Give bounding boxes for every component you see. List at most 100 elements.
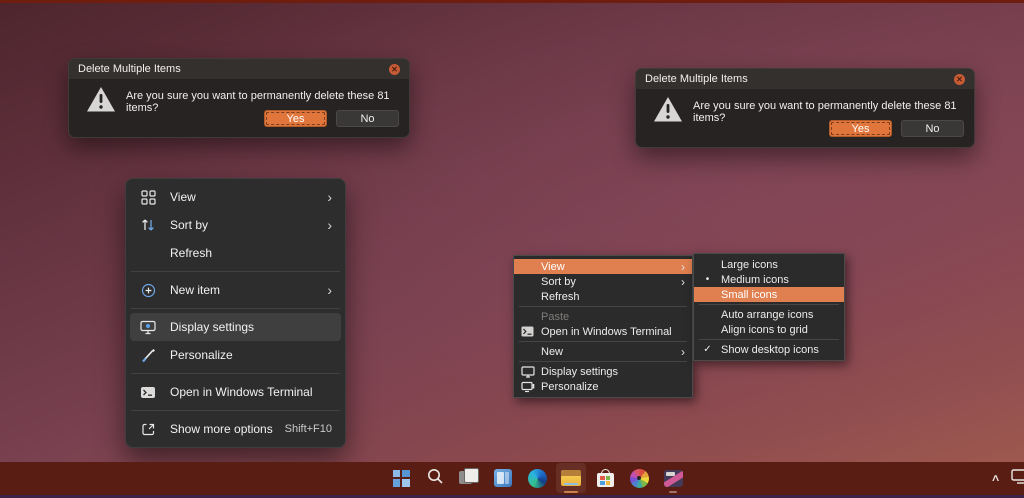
menu-item-label: Personalize: [170, 348, 233, 362]
file-explorer-button[interactable]: [556, 463, 586, 493]
menu-item-large-icons[interactable]: Large icons: [694, 257, 844, 272]
menu-item-refresh[interactable]: Refresh: [514, 289, 692, 304]
menu-separator: [699, 339, 839, 340]
menu-item-label: Personalize: [541, 381, 598, 393]
menu-item-personalize[interactable]: Personalize: [514, 379, 692, 394]
yes-button[interactable]: Yes: [264, 110, 327, 127]
menu-item-display-settings[interactable]: Display settings: [514, 364, 692, 379]
menu-separator: [131, 271, 340, 272]
dialog-title: Delete Multiple Items: [645, 73, 748, 85]
delete-dialog-left: Delete Multiple Items ✕ Are you sure you…: [68, 58, 410, 138]
menu-item-label: Display settings: [170, 320, 254, 334]
menu-separator: [699, 304, 839, 305]
menu-item-auto-arrange-icons[interactable]: Auto arrange icons: [694, 307, 844, 322]
delete-dialog-right: Delete Multiple Items ✕ Are you sure you…: [635, 68, 975, 148]
terminal-icon: [514, 326, 541, 337]
new-item-plus-icon: [139, 283, 157, 298]
menu-item-label: Auto arrange icons: [721, 309, 813, 321]
pinwheel-icon: [630, 469, 649, 488]
menu-item-open-terminal[interactable]: Open in Windows Terminal: [514, 324, 692, 339]
no-button[interactable]: No: [901, 120, 964, 137]
chevron-right-icon: ›: [327, 283, 332, 297]
menu-item-small-icons[interactable]: Small icons: [694, 287, 844, 302]
edge-button[interactable]: [522, 463, 552, 493]
menu-item-view[interactable]: View ›: [514, 259, 692, 274]
close-icon[interactable]: ✕: [954, 74, 965, 85]
menu-item-label: Open in Windows Terminal: [541, 326, 672, 338]
chevron-right-icon: ›: [327, 190, 332, 204]
menu-item-label: Sort by: [541, 276, 576, 288]
search-icon: [426, 467, 444, 490]
menu-item-new-item[interactable]: New item ›: [130, 276, 341, 304]
checkmark-icon: ✓: [694, 344, 721, 355]
menu-item-align-icons-to-grid[interactable]: Align icons to grid: [694, 322, 844, 337]
windows-logo-icon: [393, 470, 410, 487]
menu-item-label: Refresh: [541, 291, 580, 303]
close-icon[interactable]: ✕: [389, 64, 400, 75]
warning-triangle-icon: [653, 96, 683, 128]
menu-item-refresh[interactable]: Refresh: [130, 239, 341, 267]
taskbar: ∧: [0, 462, 1024, 495]
system-tray: ∧: [992, 462, 1024, 495]
chevron-right-icon: ›: [681, 261, 685, 273]
store-icon: [597, 473, 614, 487]
search-button[interactable]: [420, 463, 450, 493]
display-tray-icon[interactable]: [1011, 468, 1024, 489]
menu-item-label: Paste: [541, 311, 569, 323]
menu-item-personalize[interactable]: Personalize: [130, 341, 341, 369]
show-more-icon: [139, 422, 157, 437]
menu-separator: [131, 373, 340, 374]
dialog-titlebar[interactable]: Delete Multiple Items ✕: [636, 69, 974, 89]
display-icon: [514, 366, 541, 378]
personalize-brush-icon: [139, 348, 157, 363]
menu-separator: [519, 341, 687, 342]
dialog-body: Are you sure you want to permanently del…: [636, 89, 974, 148]
menu-item-label: Large icons: [721, 259, 778, 271]
grid-icon: [139, 190, 157, 205]
menu-item-display-settings[interactable]: Display settings: [130, 313, 341, 341]
menu-item-label: New item: [170, 283, 220, 297]
menu-item-view[interactable]: View ›: [130, 183, 341, 211]
edge-icon: [528, 469, 547, 488]
dialog-titlebar[interactable]: Delete Multiple Items ✕: [69, 59, 409, 79]
dialog-title: Delete Multiple Items: [78, 63, 181, 75]
view-submenu: Large icons • Medium icons Small icons A…: [693, 253, 845, 361]
file-explorer-icon: [561, 470, 581, 486]
menu-item-show-more-options[interactable]: Show more options Shift+F10: [130, 415, 341, 443]
menu-item-label: Medium icons: [721, 274, 789, 286]
personalize-monitor-icon: [514, 381, 541, 393]
menu-separator: [131, 410, 340, 411]
media-app-button[interactable]: [658, 463, 688, 493]
menu-item-shortcut: Shift+F10: [285, 423, 332, 435]
menu-item-paste[interactable]: Paste: [514, 309, 692, 324]
yes-button[interactable]: Yes: [829, 120, 892, 137]
classic-context-menu: View › Sort by › Refresh Paste Open in W…: [513, 255, 693, 398]
chevron-right-icon: ›: [681, 276, 685, 288]
menu-item-open-terminal[interactable]: Open in Windows Terminal: [130, 378, 341, 406]
menu-item-label: View: [541, 261, 565, 273]
store-button[interactable]: [590, 463, 620, 493]
menu-item-sort-by[interactable]: Sort by ›: [130, 211, 341, 239]
menu-item-label: View: [170, 190, 196, 204]
chevron-right-icon: ›: [681, 346, 685, 358]
taskbar-icon-group: [386, 463, 688, 493]
menu-separator: [131, 308, 340, 309]
menu-item-show-desktop-icons[interactable]: ✓ Show desktop icons: [694, 342, 844, 357]
desktop: Delete Multiple Items ✕ Are you sure you…: [0, 0, 1024, 498]
no-button[interactable]: No: [336, 110, 399, 127]
menu-item-medium-icons[interactable]: • Medium icons: [694, 272, 844, 287]
terminal-icon: [139, 386, 157, 399]
pinwheel-app-button[interactable]: [624, 463, 654, 493]
chevron-up-icon[interactable]: ∧: [990, 473, 1000, 484]
menu-separator: [519, 361, 687, 362]
widgets-button[interactable]: [488, 463, 518, 493]
menu-item-label: Show more options: [170, 422, 273, 436]
media-app-icon: [664, 470, 683, 487]
menu-item-new[interactable]: New ›: [514, 344, 692, 359]
menu-item-label: Small icons: [721, 289, 777, 301]
task-view-button[interactable]: [454, 463, 484, 493]
menu-item-label: New: [541, 346, 563, 358]
menu-item-label: Align icons to grid: [721, 324, 808, 336]
start-button[interactable]: [386, 463, 416, 493]
menu-item-sort-by[interactable]: Sort by ›: [514, 274, 692, 289]
